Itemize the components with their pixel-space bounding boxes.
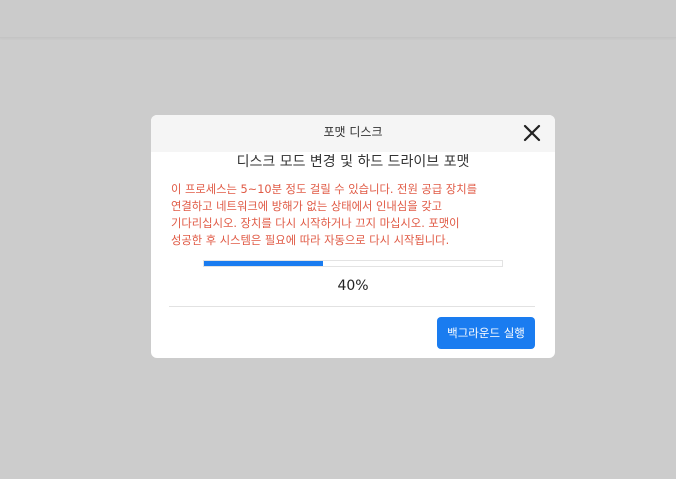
format-disk-dialog: 포맷 디스크 디스크 모드 변경 및 하드 드라이브 포맷 이 프로세스는 5~… [151,115,555,358]
dialog-title: 포맷 디스크 [323,125,383,139]
footer-divider [169,306,535,307]
background-run-button[interactable]: 백그라운드 실행 [437,317,535,349]
progress-percent: 40% [337,278,369,294]
close-button[interactable] [521,122,543,144]
progress-bar [203,260,503,267]
warning-message: 이 프로세스는 5~10분 정도 걸릴 수 있습니다. 전원 공급 장치를 연결… [171,183,477,247]
dialog-header: 포맷 디스크 [151,115,555,152]
close-icon [523,124,541,142]
app-top-bar [0,0,676,38]
dialog-subtitle: 디스크 모드 변경 및 하드 드라이브 포맷 [236,154,470,170]
progress-fill [204,261,324,266]
